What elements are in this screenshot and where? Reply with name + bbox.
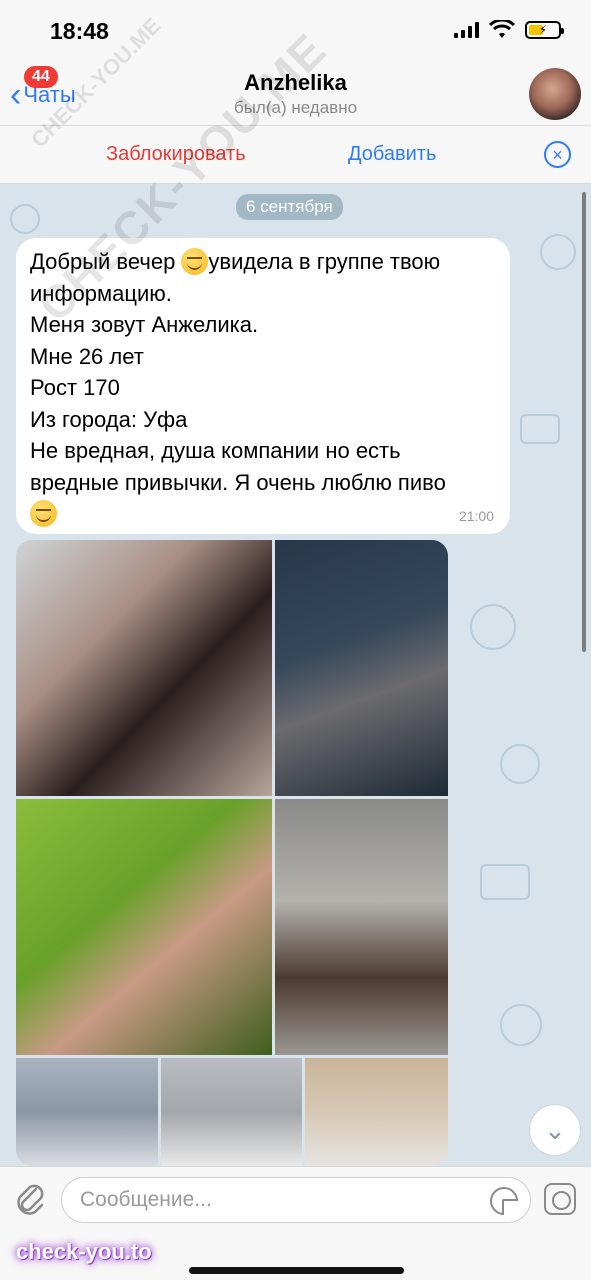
photo-thumbnail[interactable]: [305, 1058, 448, 1166]
smiling-face-icon: [181, 248, 209, 275]
home-indicator: [189, 1267, 404, 1274]
status-time: 18:48: [50, 18, 109, 44]
photo-thumbnail[interactable]: [275, 540, 448, 796]
photo-thumbnail[interactable]: [16, 799, 272, 1055]
photo-thumbnail[interactable]: [275, 799, 448, 1055]
message-line: Мне 26 лет: [30, 343, 144, 369]
message-time: 21:00: [458, 508, 494, 524]
battery-icon: ⚡: [525, 21, 564, 39]
add-contact-button[interactable]: Добавить: [348, 143, 436, 166]
camera-icon[interactable]: [544, 1183, 576, 1215]
date-separator: 6 сентября: [236, 194, 343, 220]
photo-thumbnail[interactable]: [16, 1058, 158, 1166]
scrollbar[interactable]: [582, 192, 586, 652]
photo-album: [16, 540, 448, 1166]
photo-thumbnail[interactable]: [161, 1058, 302, 1166]
close-icon[interactable]: ×: [544, 141, 571, 168]
signal-icon: [454, 22, 479, 38]
message-line: Из города: Уфа: [30, 406, 188, 432]
paperclip-icon[interactable]: [14, 1181, 48, 1221]
avatar[interactable]: [529, 68, 581, 120]
message-line: вредные привычки. Я очень люблю пиво: [30, 469, 446, 495]
action-bar: Заблокировать Добавить ×: [0, 126, 591, 184]
message-line: Меня зовут Анжелика.: [30, 312, 259, 337]
wifi-icon: [489, 20, 515, 38]
chevron-down-icon: ⌄: [544, 1114, 566, 1145]
message-line: Рост 170: [30, 375, 120, 400]
background-doodle: [10, 204, 40, 234]
sticker-icon[interactable]: [490, 1187, 518, 1215]
background-doodle: [520, 414, 560, 444]
background-doodle: [480, 864, 530, 900]
background-doodle: [500, 1004, 542, 1046]
message-line: Не вредная, душа компании но есть: [30, 438, 401, 463]
background-doodle: [470, 604, 516, 650]
grinning-face-icon: [30, 500, 57, 527]
message-line: [30, 498, 496, 530]
photo-thumbnail[interactable]: [16, 540, 272, 796]
background-doodle: [500, 744, 540, 784]
chat-area[interactable]: 6 сентября Добрый вечер увидела в группе…: [0, 184, 591, 1166]
watermark-bottom: check-you.to: [16, 1239, 152, 1264]
scroll-down-button[interactable]: ⌄: [529, 1104, 581, 1156]
background-doodle: [540, 234, 576, 270]
message-input[interactable]: Сообщение...: [61, 1177, 531, 1223]
status-icons: ⚡: [454, 20, 564, 40]
